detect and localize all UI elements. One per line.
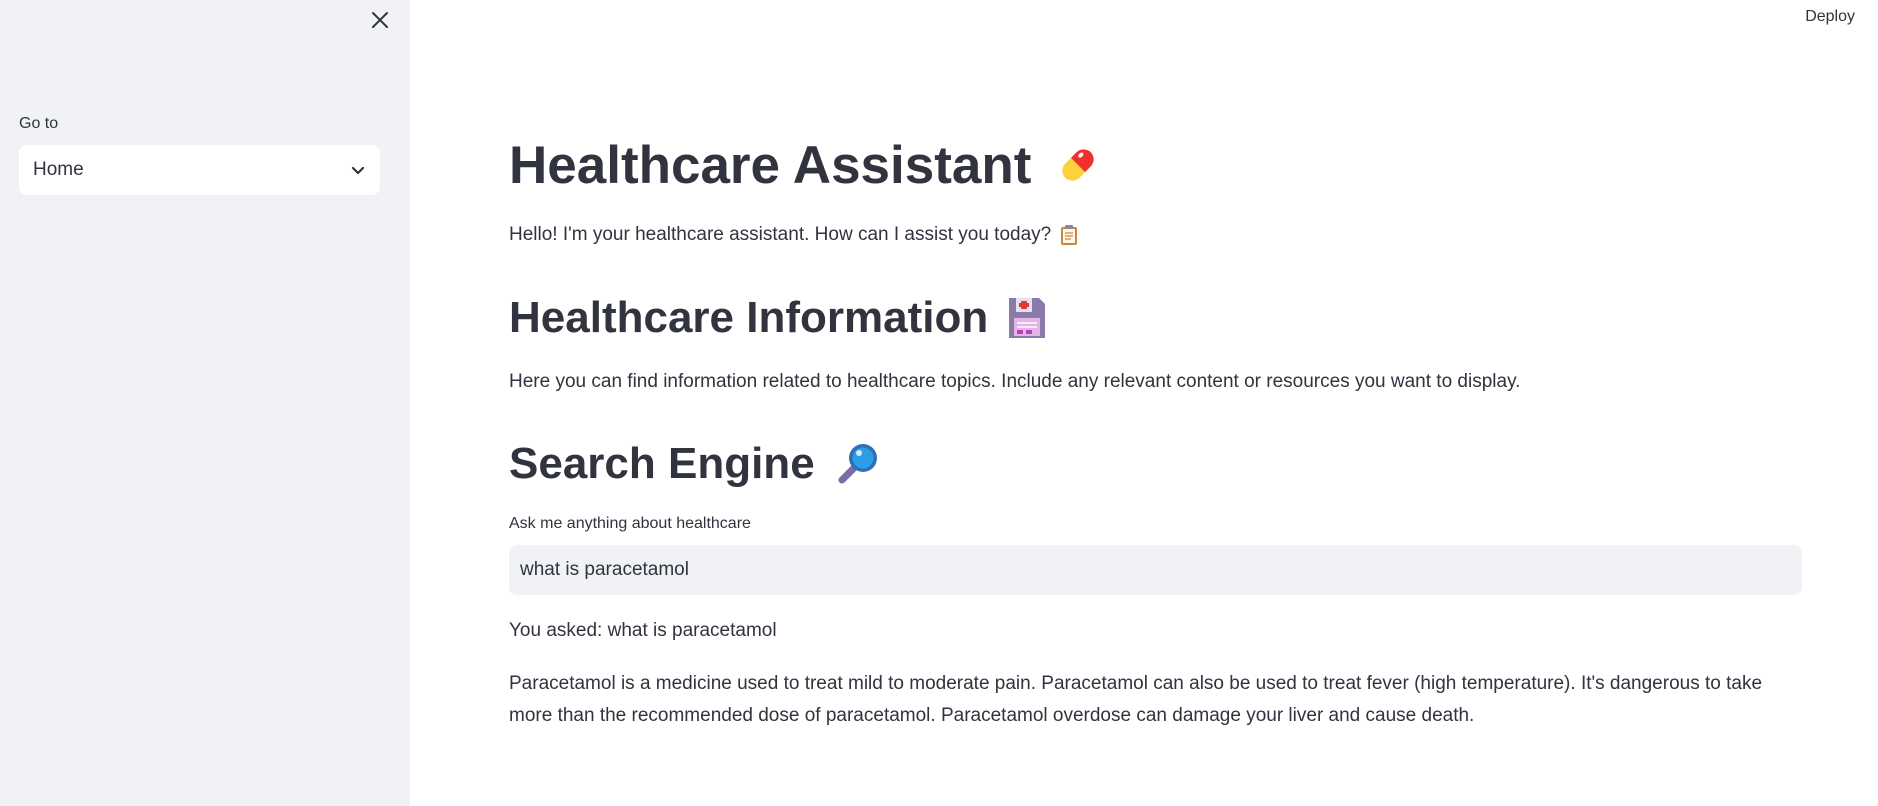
nav-select-value: Home <box>33 159 84 180</box>
page-title: Healthcare Assistant <box>509 130 1107 200</box>
answer-text: Paracetamol is a medicine used to treat … <box>509 673 1763 726</box>
clipboard-icon <box>1059 224 1079 246</box>
info-text: Here you can find information related to… <box>509 371 1521 392</box>
search-input[interactable] <box>509 545 1802 595</box>
search-heading-text: Search Engine <box>509 439 815 488</box>
greeting-text: Hello! I'm your healthcare assistant. Ho… <box>509 222 1079 248</box>
magnifying-glass-icon <box>833 440 881 488</box>
search-heading: Search Engine <box>509 436 881 492</box>
nav-select[interactable]: Home <box>19 145 380 195</box>
floppy-disk-icon <box>1006 295 1048 341</box>
pill-icon <box>1049 136 1107 194</box>
deploy-button[interactable]: Deploy <box>1805 8 1855 26</box>
close-icon <box>372 12 388 28</box>
page-title-text: Healthcare Assistant <box>509 135 1032 195</box>
info-heading: Healthcare Information <box>509 290 1048 346</box>
nav-select-label: Go to <box>19 115 59 132</box>
app-root: Go to Home Deploy Healthcare Assistant H… <box>0 0 1878 806</box>
info-heading-text: Healthcare Information <box>509 293 989 342</box>
greeting-text-content: Hello! I'm your healthcare assistant. Ho… <box>509 224 1052 245</box>
sidebar: Go to Home <box>0 0 410 806</box>
you-asked-text: You asked: what is paracetamol <box>509 620 777 641</box>
chevron-down-icon <box>350 162 366 178</box>
search-input-label: Ask me anything about healthcare <box>509 515 751 532</box>
close-sidebar-button[interactable] <box>366 6 394 34</box>
